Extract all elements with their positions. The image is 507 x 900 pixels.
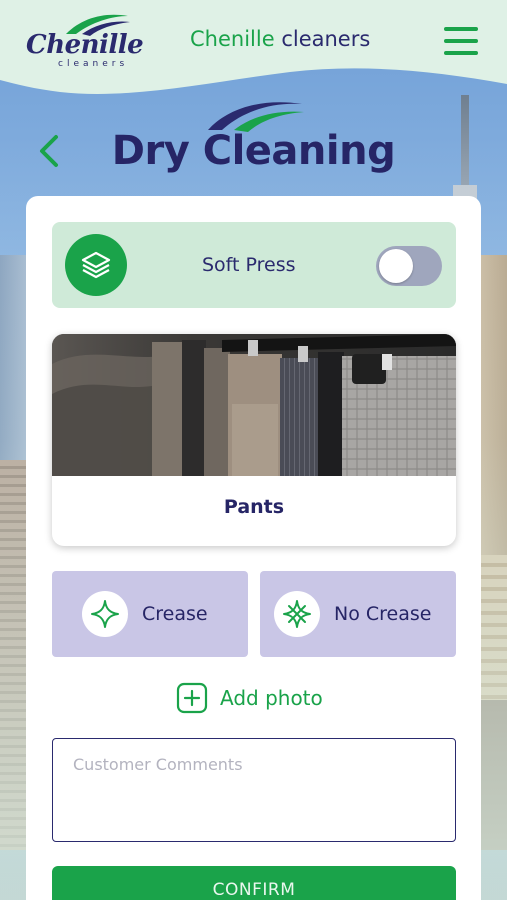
chenille-logo[interactable]: Chenille cleaners (22, 12, 144, 70)
add-photo-label: Add photo (220, 686, 323, 710)
order-card: Soft Press Pants Crease No Crease Add ph… (26, 196, 481, 900)
app-title-rest: cleaners (281, 27, 371, 51)
no-crease-option[interactable]: No Crease (260, 571, 456, 657)
logo-subtext: cleaners (58, 59, 129, 69)
customer-comments-input[interactable] (52, 738, 456, 842)
sparkle-crossed-icon (274, 591, 320, 637)
toggle-knob (379, 249, 413, 283)
no-crease-label: No Crease (334, 603, 432, 625)
crease-label: Crease (142, 603, 208, 625)
soft-press-label: Soft Press (202, 254, 296, 276)
plus-square-icon (176, 682, 208, 714)
title-swoosh-icon (208, 102, 304, 132)
app-title-brand: Chenille (190, 27, 275, 51)
soft-press-row: Soft Press (52, 222, 456, 308)
pants-photo (52, 334, 456, 476)
logo-text: Chenille (26, 30, 144, 60)
hamburger-menu-icon[interactable] (444, 27, 478, 55)
crease-option[interactable]: Crease (52, 571, 248, 657)
add-photo-button[interactable]: Add photo (176, 682, 323, 714)
soft-press-toggle[interactable] (376, 246, 442, 286)
app-title: Chenille cleaners (190, 27, 370, 51)
confirm-button[interactable]: CONFIRM (52, 866, 456, 900)
page-title: Dry Cleaning (111, 128, 396, 174)
app-header: Chenille cleaners Chenille cleaners (0, 0, 507, 94)
sparkle-icon (82, 591, 128, 637)
layers-icon (65, 234, 127, 296)
item-card-pants[interactable]: Pants (52, 334, 456, 546)
item-label: Pants (223, 496, 285, 518)
